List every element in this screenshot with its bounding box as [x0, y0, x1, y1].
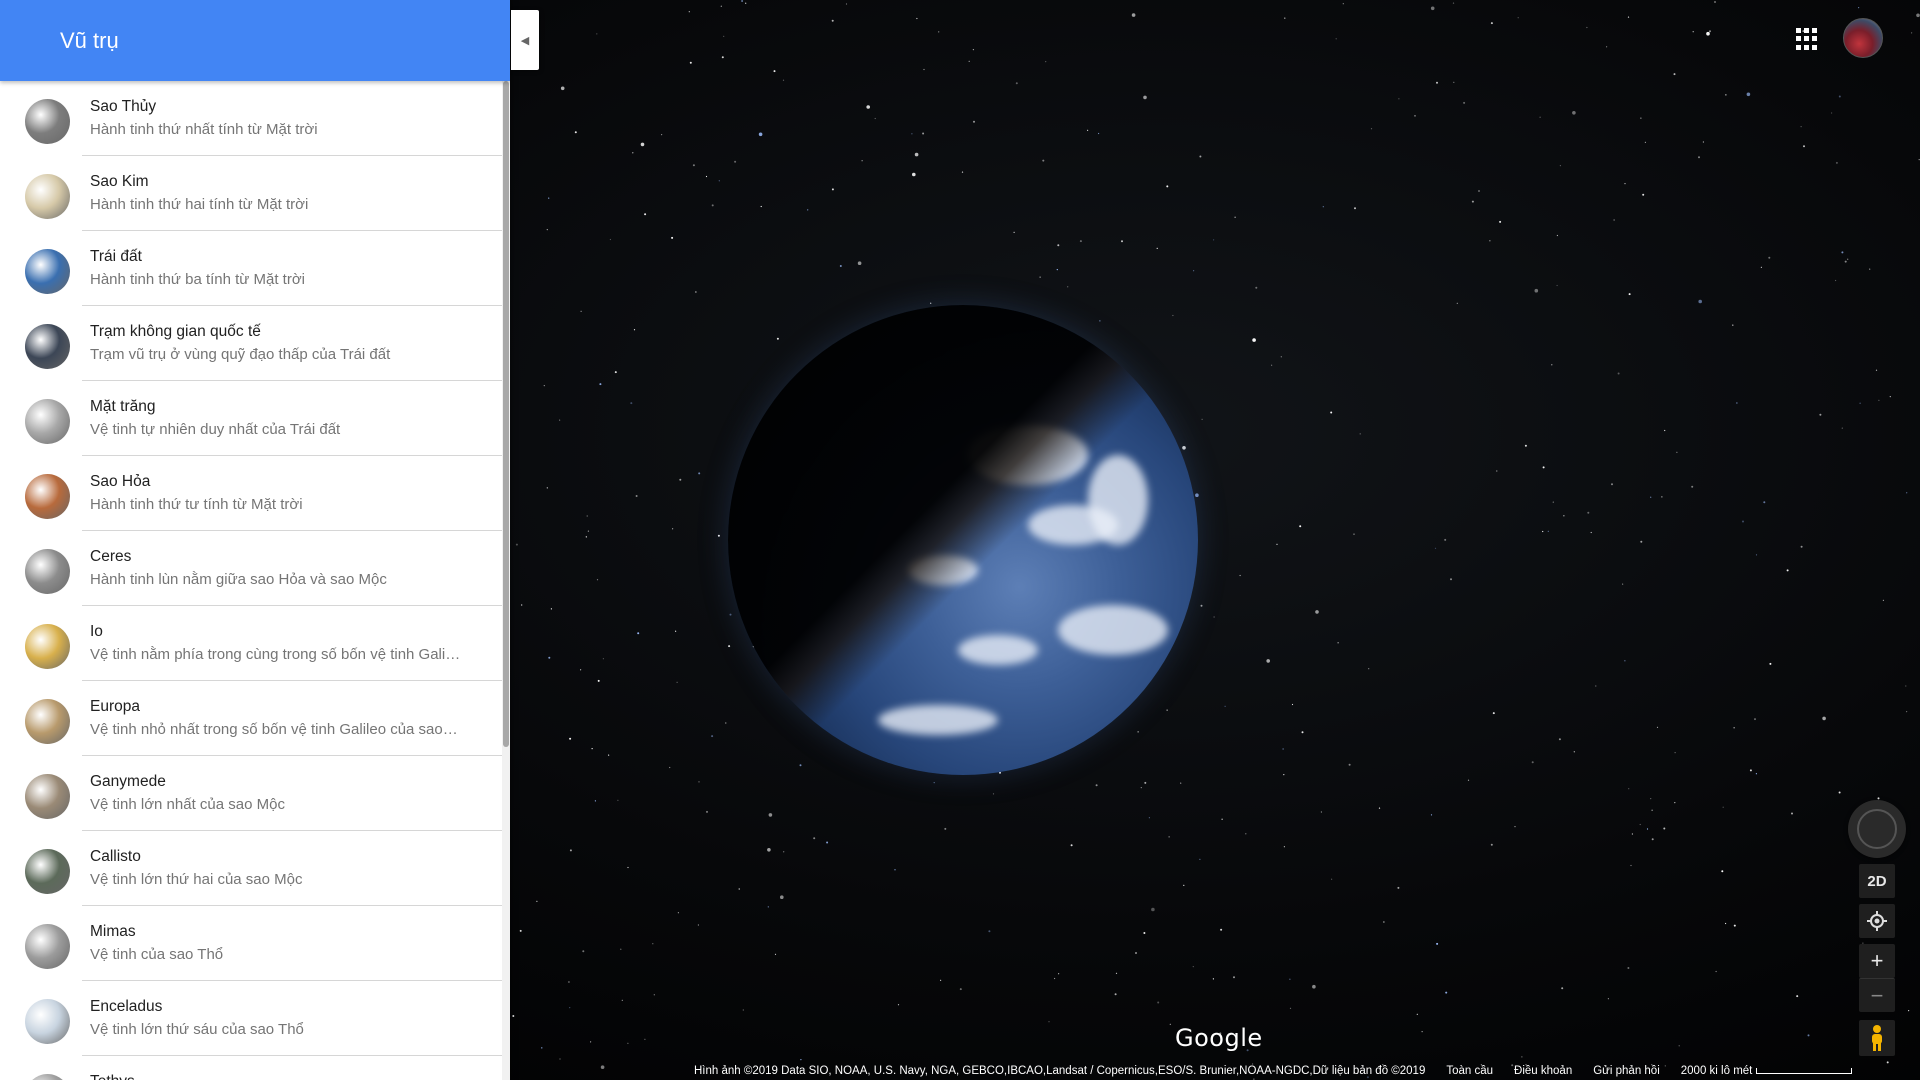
pegman-icon[interactable] — [1859, 1020, 1895, 1056]
celestial-body-list: Sao Thủy Hành tinh thứ nhất tính từ Mặt t… — [0, 81, 502, 1080]
panel-header: Vũ trụ — [0, 0, 510, 81]
earth-globe[interactable] — [728, 305, 1198, 775]
zoom-out-button[interactable]: − — [1859, 978, 1895, 1012]
item-name: Mimas — [90, 923, 136, 940]
body-thumbnail — [25, 474, 70, 519]
item-name: Sao Thủy — [90, 98, 157, 115]
list-item[interactable]: Io Vệ tinh nằm phía trong cùng trong số b… — [0, 606, 502, 681]
item-texts: Ceres Hành tinh lùn nằm giữa sao Hỏa và s… — [90, 547, 482, 590]
item-name: Mặt trăng — [90, 398, 156, 415]
terms-link[interactable]: Điều khoản — [1514, 1065, 1572, 1077]
apps-grid-icon[interactable] — [1796, 28, 1818, 50]
item-texts: Io Vệ tinh nằm phía trong cùng trong số b… — [90, 622, 482, 665]
item-texts: Enceladus Vệ tinh lớn thứ sáu của sao Thổ — [90, 997, 482, 1040]
list-item[interactable]: Trái đất Hành tinh thứ ba tính từ Mặt trờ… — [0, 231, 502, 306]
item-name: Tethys — [90, 1072, 482, 1080]
item-texts: Sao Hỏa Hành tinh thứ tư tính từ Mặt trời — [90, 472, 482, 515]
zoom-in-button[interactable]: + — [1859, 944, 1895, 978]
list-item[interactable]: Europa Vệ tinh nhỏ nhất trong số bốn vệ t… — [0, 681, 502, 756]
body-thumbnail — [25, 549, 70, 594]
google-logo: Google — [1175, 1024, 1263, 1052]
item-texts: Europa Vệ tinh nhỏ nhất trong số bốn vệ t… — [90, 697, 482, 740]
body-thumbnail — [25, 924, 70, 969]
item-name: Callisto — [90, 848, 141, 865]
list-item[interactable]: Sao Thủy Hành tinh thứ nhất tính từ Mặt t… — [0, 81, 502, 156]
panel-title: Vũ trụ — [60, 27, 119, 53]
scrollbar-thumb[interactable] — [503, 81, 509, 747]
item-texts: Callisto Vệ tinh lớn thứ hai của sao Mộc — [90, 847, 482, 890]
item-description: Hành tinh thứ hai tính từ Mặt trời — [90, 196, 309, 213]
my-location-icon[interactable] — [1859, 904, 1895, 938]
body-thumbnail — [25, 624, 70, 669]
item-name: Io — [90, 623, 103, 640]
item-description: Hành tinh lùn nằm giữa sao Hỏa và sao Mộ… — [90, 571, 387, 588]
item-name: Trái đất — [90, 248, 142, 265]
list-item[interactable]: Trạm không gian quốc tế Trạm vũ trụ ở vùn… — [0, 306, 502, 381]
list-item[interactable]: Sao Hỏa Hành tinh thứ tư tính từ Mặt trời — [0, 456, 502, 531]
body-thumbnail — [25, 1074, 70, 1080]
item-texts: Trái đất Hành tinh thứ ba tính từ Mặt trờ… — [90, 247, 482, 290]
list-item[interactable]: Ceres Hành tinh lùn nằm giữa sao Hỏa và s… — [0, 531, 502, 606]
map-footer: Hình ảnh ©2019 Data SIO, NOAA, U.S. Navy… — [694, 1062, 1853, 1080]
item-texts: Sao Thủy Hành tinh thứ nhất tính từ Mặt t… — [90, 97, 482, 140]
body-thumbnail — [25, 774, 70, 819]
item-name: Europa — [90, 698, 140, 715]
chevron-left-icon: ◀ — [520, 34, 530, 47]
item-name: Trạm không gian quốc tế — [90, 323, 261, 340]
item-texts: Mimas Vệ tinh của sao Thổ — [90, 922, 482, 965]
item-description: Hành tinh thứ ba tính từ Mặt trời — [90, 271, 306, 288]
body-thumbnail — [25, 999, 70, 1044]
item-description: Vệ tinh tự nhiên duy nhất của Trái đất — [90, 421, 341, 438]
global-link[interactable]: Toàn cầu — [1446, 1065, 1493, 1077]
item-texts: Ganymede Vệ tinh lớn nhất của sao Mộc — [90, 772, 482, 815]
item-description: Hành tinh thứ tư tính từ Mặt trời — [90, 496, 303, 513]
item-texts: Mặt trăng Vệ tinh tự nhiên duy nhất của T… — [90, 397, 482, 440]
list-item[interactable]: Ganymede Vệ tinh lớn nhất của sao Mộc — [0, 756, 502, 831]
body-thumbnail — [25, 249, 70, 294]
item-name: Sao Hỏa — [90, 473, 151, 490]
item-texts: Tethys — [90, 1072, 482, 1080]
item-description: Hành tinh thứ nhất tính từ Mặt trời — [90, 121, 318, 138]
avatar[interactable] — [1843, 18, 1883, 58]
attribution-text: Hình ảnh ©2019 Data SIO, NOAA, U.S. Navy… — [694, 1065, 1426, 1077]
scale-label[interactable]: 2000 ki lô mét — [1681, 1065, 1753, 1077]
item-texts: Trạm không gian quốc tế Trạm vũ trụ ở vùn… — [90, 322, 482, 365]
2d-toggle-button[interactable]: 2D — [1859, 864, 1895, 898]
body-thumbnail — [25, 699, 70, 744]
collapse-panel-button[interactable]: ◀ — [511, 10, 539, 70]
item-description: Vệ tinh nằm phía trong cùng trong số bốn… — [90, 646, 461, 663]
list-item[interactable]: Mặt trăng Vệ tinh tự nhiên duy nhất của T… — [0, 381, 502, 456]
body-thumbnail — [25, 849, 70, 894]
list-item[interactable]: Sao Kim Hành tinh thứ hai tính từ Mặt trờ… — [0, 156, 502, 231]
body-thumbnail — [25, 324, 70, 369]
list-item[interactable]: Mimas Vệ tinh của sao Thổ — [0, 906, 502, 981]
item-description: Vệ tinh lớn thứ hai của sao Mộc — [90, 871, 303, 888]
compass-icon[interactable] — [1848, 800, 1906, 858]
item-description: Vệ tinh lớn thứ sáu của sao Thổ — [90, 1021, 304, 1038]
item-name: Ganymede — [90, 773, 166, 790]
item-texts: Sao Kim Hành tinh thứ hai tính từ Mặt trờ… — [90, 172, 482, 215]
list-item[interactable]: Callisto Vệ tinh lớn thứ hai của sao Mộc — [0, 831, 502, 906]
body-thumbnail — [25, 399, 70, 444]
body-thumbnail — [25, 174, 70, 219]
feedback-link[interactable]: Gửi phản hồi — [1593, 1065, 1660, 1077]
list-item[interactable]: Tethys — [0, 1056, 502, 1080]
item-name: Sao Kim — [90, 173, 149, 190]
item-name: Enceladus — [90, 998, 163, 1015]
body-thumbnail — [25, 99, 70, 144]
scale-bar — [1756, 1068, 1853, 1074]
item-description: Vệ tinh lớn nhất của sao Mộc — [90, 796, 285, 813]
item-description: Trạm vũ trụ ở vùng quỹ đạo thấp của Trái… — [90, 346, 391, 363]
side-panel: Vũ trụ Sao Thủy Hành tinh thứ nhất tính t… — [0, 0, 510, 1080]
item-description: Vệ tinh nhỏ nhất trong số bốn vệ tinh Ga… — [90, 721, 458, 738]
item-name: Ceres — [90, 548, 132, 565]
list-item[interactable]: Enceladus Vệ tinh lớn thứ sáu của sao Thổ — [0, 981, 502, 1056]
item-description: Vệ tinh của sao Thổ — [90, 946, 224, 963]
